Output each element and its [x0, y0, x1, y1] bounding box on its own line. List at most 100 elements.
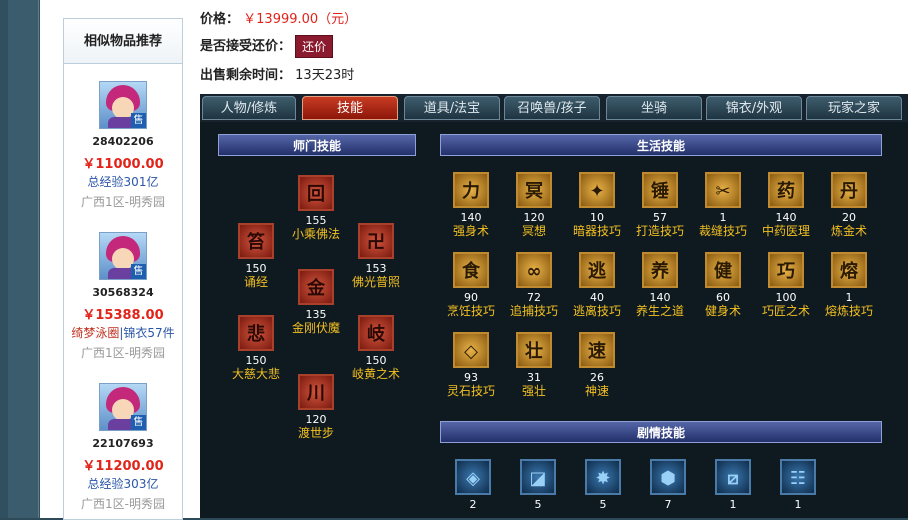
fitness-icon[interactable]: 健	[705, 252, 741, 288]
avatar[interactable]: 售	[99, 383, 147, 431]
skill-name: 暗器技巧	[572, 224, 621, 238]
life-skill[interactable]: 食 90 烹饪技巧	[441, 252, 501, 319]
plot-skill-6-icon[interactable]: ☷	[780, 459, 816, 495]
meditate-icon[interactable]: 冥	[516, 172, 552, 208]
school-skill[interactable]: 悲 150 大慈大悲	[226, 315, 286, 382]
item-exp-link[interactable]: 绮梦泳圈|锦衣57件	[64, 324, 182, 340]
item-exp-link[interactable]: 总经验303亿	[64, 475, 182, 491]
plot-skill[interactable]: ✸ 5	[573, 459, 633, 511]
school-skill[interactable]: 川 120 渡世步	[286, 374, 346, 441]
item-exp-extra[interactable]: 锦衣57件	[123, 326, 174, 340]
avatar[interactable]: 售	[99, 81, 147, 129]
plot-skill-4-icon[interactable]: ⬢	[650, 459, 686, 495]
item-server: 广西1区-明秀园	[81, 346, 165, 360]
life-skill[interactable]: 熔 1 熔炼技巧	[819, 252, 879, 319]
tab-character[interactable]: 人物/修炼	[202, 96, 296, 120]
plot-skill[interactable]: ◈ 2	[443, 459, 503, 511]
skill-name: 熔炼技巧	[824, 304, 873, 318]
skill-level: 60	[716, 291, 730, 304]
life-skill[interactable]: 力 140 强身术	[441, 172, 501, 239]
skill-name: 金刚伏魔	[291, 321, 340, 335]
skill-level: 153	[365, 262, 387, 275]
speed-icon[interactable]: 速	[579, 332, 615, 368]
chase-icon[interactable]: ∞	[516, 252, 552, 288]
school-skill[interactable]: 岐 150 岐黄之术	[346, 315, 406, 382]
similar-item[interactable]: 售 30568324 ￥15388.00 绮梦泳圈|锦衣57件 广西1区-明秀园	[64, 232, 182, 360]
tab-items[interactable]: 道具/法宝	[404, 96, 500, 120]
plot-skill[interactable]: ◪ 5	[508, 459, 568, 511]
life-skill[interactable]: 锤 57 打造技巧	[630, 172, 690, 239]
skill-name: 岐黄之术	[351, 367, 400, 381]
dart-icon[interactable]: ✦	[579, 172, 615, 208]
medicine-icon[interactable]: 岐	[358, 315, 394, 351]
smelt-icon[interactable]: 熔	[831, 252, 867, 288]
life-skill[interactable]: ◇ 93 灵石技巧	[441, 332, 501, 399]
skill-level: 90	[464, 291, 478, 304]
compassion-icon[interactable]: 悲	[238, 315, 274, 351]
life-skill[interactable]: ∞ 72 追捕技巧	[504, 252, 564, 319]
similar-item[interactable]: 售 22107693 ￥11200.00 总经验303亿 广西1区-明秀园	[64, 383, 182, 511]
price-label: 价格：	[200, 12, 240, 27]
skill-level: 20	[842, 211, 856, 224]
life-skill[interactable]: 速 26 神速	[567, 332, 627, 399]
avatar[interactable]: 售	[99, 232, 147, 280]
similar-item[interactable]: 售 28402206 ￥11000.00 总经验301亿 广西1区-明秀园	[64, 81, 182, 209]
sutra-icon[interactable]: 笞	[238, 223, 274, 259]
school-skill[interactable]: 笞 150 诵经	[226, 223, 286, 290]
life-skill[interactable]: 养 140 养生之道	[630, 252, 690, 319]
life-skill[interactable]: 逃 40 逃离技巧	[567, 252, 627, 319]
plot-skill[interactable]: ⬢ 7	[638, 459, 698, 511]
school-skill[interactable]: 回 155 小乘佛法	[286, 175, 346, 242]
alchemy-icon[interactable]: 丹	[831, 172, 867, 208]
plot-skill[interactable]: ☷ 1	[768, 459, 828, 511]
plot-skill[interactable]: ⧄ 1	[703, 459, 763, 511]
skill-name: 冥想	[521, 224, 546, 238]
skill-name: 强壮	[521, 384, 546, 398]
tailor-icon[interactable]: ✂	[705, 172, 741, 208]
item-exp-text[interactable]: 总经验301亿	[88, 175, 159, 189]
skill-name: 神速	[584, 384, 609, 398]
herb-icon[interactable]: 药	[768, 172, 804, 208]
tab-mount[interactable]: 坐骑	[606, 96, 702, 120]
plot-skill-3-icon[interactable]: ✸	[585, 459, 621, 495]
skill-level: 40	[590, 291, 604, 304]
health-icon[interactable]: 养	[642, 252, 678, 288]
craftsman-icon[interactable]: 巧	[768, 252, 804, 288]
item-exp-link[interactable]: 总经验301亿	[64, 173, 182, 189]
life-skill[interactable]: 巧 100 巧匠之术	[756, 252, 816, 319]
price-value: ￥13999.00（元）	[243, 12, 358, 27]
bargain-row: 是否接受还价： 还价	[200, 35, 334, 58]
plot-skill-5-icon[interactable]: ⧄	[715, 459, 751, 495]
tab-skills[interactable]: 技能	[302, 96, 398, 120]
life-skill[interactable]: 丹 20 炼金术	[819, 172, 879, 239]
gem-icon[interactable]: ◇	[453, 332, 489, 368]
cook-icon[interactable]: 食	[453, 252, 489, 288]
life-skill[interactable]: 药 140 中药医理	[756, 172, 816, 239]
tab-home[interactable]: 玩家之家	[806, 96, 902, 120]
step-icon[interactable]: 川	[298, 374, 334, 410]
tab-outfit[interactable]: 锦衣/外观	[706, 96, 802, 120]
life-skill[interactable]: ✦ 10 暗器技巧	[567, 172, 627, 239]
life-skill[interactable]: 壮 31 强壮	[504, 332, 564, 399]
item-exp-text[interactable]: 总经验303亿	[88, 477, 159, 491]
plot-skill-2-icon[interactable]: ◪	[520, 459, 556, 495]
vajra-icon[interactable]: 金	[298, 269, 334, 305]
escape-icon[interactable]: 逃	[579, 252, 615, 288]
buddha-light-icon[interactable]: 卍	[358, 223, 394, 259]
muscle-icon[interactable]: 壮	[516, 332, 552, 368]
seal-icon[interactable]: 回	[298, 175, 334, 211]
bargain-button[interactable]: 还价	[295, 35, 334, 58]
life-skill[interactable]: 健 60 健身术	[693, 252, 753, 319]
plot-skill-1-icon[interactable]: ◈	[455, 459, 491, 495]
skill-level: 135	[305, 308, 327, 321]
time-label: 出售剩余时间：	[200, 68, 292, 83]
school-skill[interactable]: 金 135 金刚伏魔	[286, 269, 346, 336]
life-skill[interactable]: ✂ 1 裁缝技巧	[693, 172, 753, 239]
life-skill[interactable]: 冥 120 冥想	[504, 172, 564, 239]
item-id: 30568324	[92, 286, 154, 299]
forge-icon[interactable]: 锤	[642, 172, 678, 208]
item-exp-text[interactable]: 绮梦泳圈	[71, 326, 119, 340]
school-skill[interactable]: 卍 153 佛光普照	[346, 223, 406, 290]
strength-icon[interactable]: 力	[453, 172, 489, 208]
tab-pets[interactable]: 召唤兽/孩子	[504, 96, 600, 120]
